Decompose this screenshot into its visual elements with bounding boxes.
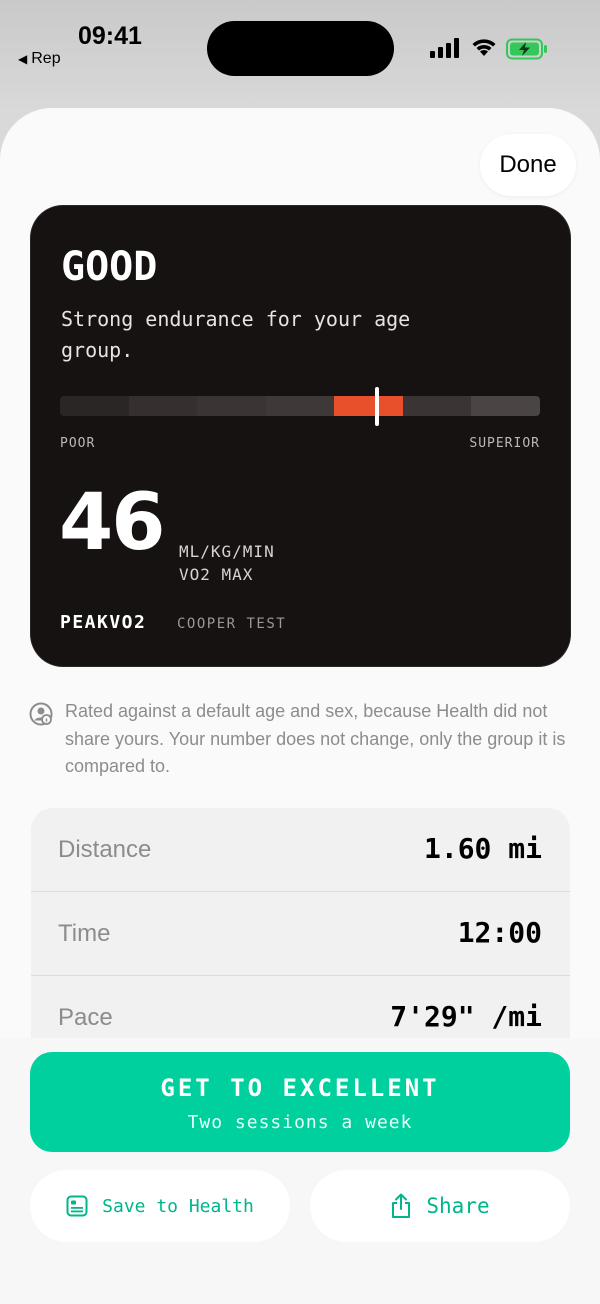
brand-name: PEAKVO2 (60, 612, 147, 633)
status-time: 09:41 (78, 22, 142, 50)
rating-scale-marker (374, 387, 379, 426)
get-to-excellent-button[interactable]: GET TO EXCELLENT Two sessions a week (30, 1052, 570, 1152)
rating-scale-bar (60, 396, 540, 416)
vo2-unit: ML/KG/MIN (179, 542, 275, 561)
cta-title: GET TO EXCELLENT (160, 1074, 440, 1102)
back-to-app-link[interactable]: ◀ Rep (18, 50, 61, 68)
stat-row-time: Time 12:00 (31, 892, 570, 976)
default-profile-note: Rated against a default age and sex, bec… (65, 701, 566, 776)
cta-subtitle: Two sessions a week (187, 1112, 413, 1133)
done-button[interactable]: Done (480, 134, 576, 196)
vo2-result-card: GOOD Strong endurance for your age group… (31, 206, 570, 666)
battery-charging-icon (506, 38, 547, 60)
health-card-icon (66, 1195, 88, 1217)
vo2-metric-label: VO2 MAX (179, 565, 254, 584)
share-button[interactable]: Share (310, 1170, 570, 1242)
stat-value: 12:00 (457, 916, 542, 949)
save-to-health-button[interactable]: Save to Health (30, 1170, 290, 1242)
bottom-actions: GET TO EXCELLENT Two sessions a week Sav… (0, 1038, 600, 1304)
scale-segment (471, 396, 540, 416)
scale-segment (265, 396, 335, 416)
test-method: COOPER TEST (177, 616, 287, 632)
rating-title: GOOD (61, 244, 158, 290)
stat-label: Distance (58, 836, 152, 863)
scale-segment (197, 396, 266, 416)
scale-segment-active (334, 396, 403, 416)
person-info-icon (29, 702, 53, 726)
back-app-label: Rep (31, 50, 61, 67)
scale-high-label: SUPERIOR (469, 436, 540, 451)
cellular-signal-icon (430, 38, 459, 58)
dynamic-island (207, 21, 394, 76)
scale-segment (402, 396, 472, 416)
vo2-value: 46 (59, 478, 166, 568)
status-bar: 09:41 ◀ Rep (0, 0, 600, 100)
scale-low-label: POOR (60, 436, 96, 451)
share-label: Share (426, 1194, 490, 1218)
stat-value: 7'29" /mi (390, 1000, 542, 1033)
share-icon (392, 1193, 411, 1218)
back-arrow-icon: ◀ (18, 52, 28, 66)
scale-segment (60, 396, 129, 416)
save-to-health-label: Save to Health (102, 1195, 254, 1217)
rating-description: Strong endurance for your age group. (61, 307, 411, 362)
stat-value: 1.60 mi (423, 832, 542, 865)
stat-row-distance: Distance 1.60 mi (31, 808, 570, 892)
scale-segment (128, 396, 198, 416)
stat-label: Time (58, 920, 111, 947)
stat-label: Pace (58, 1004, 113, 1031)
wifi-icon (472, 39, 496, 56)
